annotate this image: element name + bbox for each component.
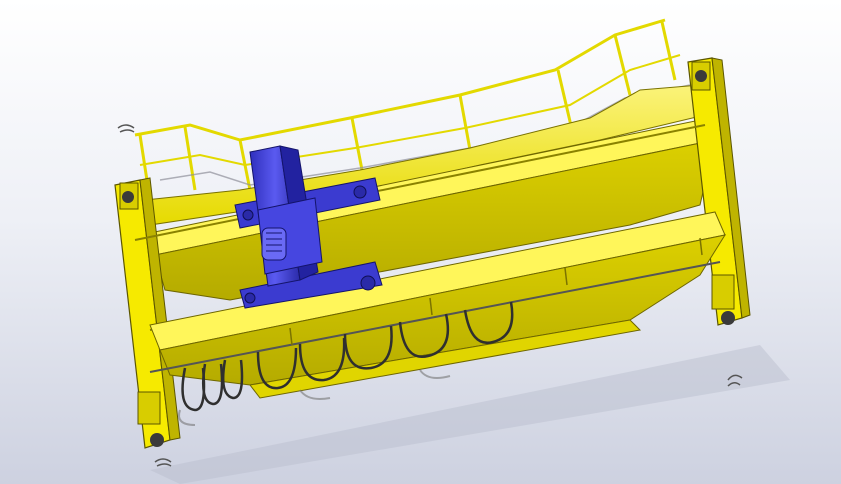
trolley-wheel	[353, 185, 367, 199]
trolley-wheel	[360, 275, 376, 291]
cad-viewport	[0, 0, 841, 484]
crane-model-drawing	[114, 18, 790, 484]
trolley-wheel	[244, 292, 256, 304]
trolley-wheel	[242, 209, 254, 221]
